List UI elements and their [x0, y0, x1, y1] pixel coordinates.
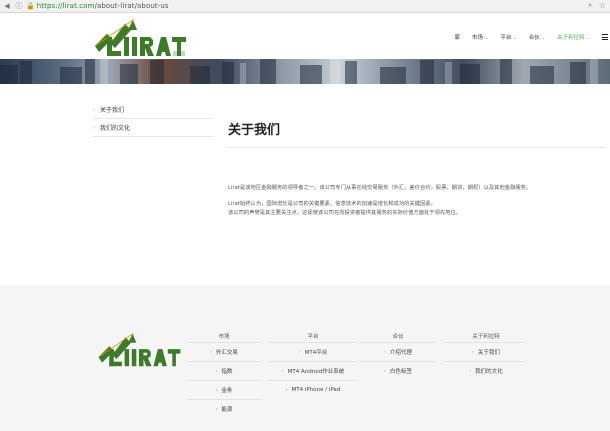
footer-link-introducing-broker[interactable]: › 介绍代理 [360, 342, 436, 361]
footer-column-heading: 关于利拉特 [472, 334, 500, 340]
chevron-right-icon: › [215, 406, 218, 412]
footer-column-about: 关于利拉特 › 关于我们 › 我们的文化 [446, 332, 526, 380]
nav-item-partnership[interactable]: 合伙 ⌄ [529, 33, 546, 42]
chevron-right-icon: › [210, 349, 212, 355]
info-icon[interactable]: ⓘ [14, 1, 24, 11]
nav-item-markets[interactable]: 市场 ⌄ [472, 33, 489, 42]
footer-column-heading: 合伙 [392, 334, 404, 340]
intro-paragraph: Lirat是该地区金融服务的领导者之一。该公司专门从事在线交易服务（外汇，差价合… [228, 185, 532, 191]
chevron-right-icon: › [384, 368, 386, 374]
chevron-right-icon: › [472, 349, 474, 355]
site-footer: 市场 › 外汇交易 › 指数 › 金条 › 能源 平台 › MT4平台 › MT4 Andr… [0, 285, 610, 431]
site-header: 家 市场 ⌄ 平台 ⌄ 合伙 ⌄ 关于利拉特 ⌄ [0, 13, 610, 59]
lightning-icon[interactable]: ⚡ [587, 1, 593, 10]
footer-link-mt4[interactable]: › MT4平台 [268, 342, 358, 361]
lirat-logo[interactable] [93, 18, 187, 58]
footer-link-mt4-android[interactable]: › MT4 Android作业系统 [268, 361, 358, 380]
footer-link-indices[interactable]: › 指数 [186, 361, 262, 380]
footer-link-mt4-iphone[interactable]: › MT4 iPhone / iPad [268, 380, 358, 399]
chevron-right-icon: › [469, 368, 472, 374]
chevron-down-icon: ⌄ [586, 34, 590, 40]
chevron-right-icon: › [215, 387, 218, 393]
footer-column-heading: 市场 [218, 334, 230, 340]
footer-column-partnership: 合伙 › 介绍代理 › 白色标签 [360, 332, 436, 380]
footer-link-gold[interactable]: › 金条 [186, 380, 262, 399]
footer-column-markets: 市场 › 外汇交易 › 指数 › 金条 › 能源 [186, 332, 262, 418]
main-nav: 家 市场 ⌄ 平台 ⌄ 合伙 ⌄ 关于利拉特 ⌄ [454, 33, 610, 41]
sidebar-item-our-culture[interactable]: › 我们的文化 [93, 119, 213, 137]
url-field[interactable]: https://lirat.com/about-lirat/about-us [37, 2, 169, 10]
growth-paragraph: Lirat始终认为，国际增长是公司的关键要素。信息技术的加速是增长和成功的关键因… [228, 201, 436, 207]
sidebar: › 关于我们 › 我们的文化 [93, 101, 213, 137]
chevron-right-icon: › [285, 387, 288, 393]
footer-link-our-culture[interactable]: › 我们的文化 [446, 361, 526, 380]
nav-item-platforms[interactable]: 平台 ⌄ [500, 33, 517, 42]
nav-item-home[interactable]: 家 [454, 33, 460, 41]
chevron-down-icon: ⌄ [541, 34, 546, 40]
title-divider [228, 147, 606, 148]
chevron-right-icon: › [93, 106, 95, 113]
footer-column-heading: 平台 [307, 334, 319, 340]
footer-link-about-us[interactable]: › 关于我们 [446, 342, 526, 361]
chevron-right-icon: › [384, 349, 386, 355]
page-title: 关于我们 [228, 123, 281, 138]
menu-icon[interactable] [602, 34, 608, 40]
back-icon[interactable]: ◀ [2, 1, 12, 11]
nav-item-about[interactable]: 关于利拉特 ⌄ [557, 33, 590, 42]
footer-link-energy[interactable]: › 能源 [186, 399, 262, 418]
sidebar-item-about-us[interactable]: › 关于我们 [93, 101, 213, 119]
chevron-right-icon: › [298, 349, 301, 355]
reputation-paragraph: 该公司的声誉是其主要关注点，这促使该公司在向投资者提供其服务的实际价值方面处于领… [228, 210, 462, 216]
lock-icon: 🔒 [26, 2, 35, 10]
city-skyline-banner [0, 59, 610, 84]
chevron-down-icon: ⌄ [513, 34, 517, 40]
footer-link-forex[interactable]: › 外汇交易 [186, 342, 262, 361]
star-icon[interactable]: ☆ [599, 1, 606, 10]
browser-address-bar: ◀ ⓘ 🔒 https://lirat.com/about-lirat/abou… [0, 0, 610, 13]
chevron-right-icon: › [93, 124, 95, 131]
skyline-image [0, 59, 598, 84]
footer-link-white-label[interactable]: › 白色标签 [360, 361, 436, 380]
footer-lirat-logo[interactable] [93, 332, 185, 368]
chevron-right-icon: › [215, 368, 218, 374]
chevron-right-icon: › [281, 368, 284, 374]
chevron-down-icon: ⌄ [485, 34, 489, 40]
footer-column-platforms: 平台 › MT4平台 › MT4 Android作业系统 › MT4 iPhone /… [268, 332, 358, 399]
